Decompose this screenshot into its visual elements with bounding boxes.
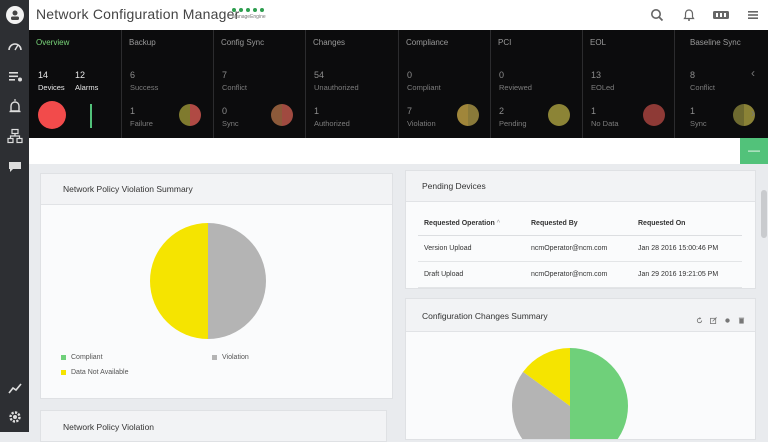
card-title: Network Policy Violation (63, 422, 155, 432)
pci-reviewed-label: Reviewed (499, 83, 532, 92)
scroll-left-icon[interactable]: ‹ (751, 66, 755, 80)
violation-pie-chart (150, 223, 266, 339)
summary-changes[interactable]: Changes 54 Unauthorized 1 Authorized (305, 30, 399, 138)
violation-summary-card: Network Policy Violation Summary Complia… (40, 173, 393, 399)
config-sync-count: 0 (222, 106, 228, 116)
compliant-label: Compliant (407, 83, 441, 92)
scrollbar-thumb[interactable] (761, 190, 767, 238)
summary-backup[interactable]: Backup 6 Success 1 Failure (121, 30, 214, 138)
violation-label: Violation (407, 119, 436, 128)
tab-compliance[interactable]: Compliance (406, 38, 448, 47)
compliance-mini-pie (457, 104, 479, 126)
alarm-status-bar (90, 104, 92, 128)
changes-authorized-count: 1 (314, 106, 320, 116)
settings-icon[interactable] (5, 407, 24, 426)
eol-count: 13 (591, 70, 602, 80)
brand-logo: ManageEngine (232, 8, 266, 20)
app-logo[interactable] (0, 0, 29, 30)
pci-reviewed-count: 0 (499, 70, 505, 80)
eol-nodata-count: 1 (591, 106, 597, 116)
sidebar (0, 30, 29, 432)
changes-unauthorized-label: Unauthorized (314, 83, 359, 92)
baseline-sync-count: 1 (690, 106, 696, 116)
config-sync-mini-pie (271, 104, 293, 126)
bell-icon[interactable] (680, 6, 698, 24)
eol-label: EOLed (591, 83, 615, 92)
devices-icon[interactable] (712, 6, 730, 24)
backup-success-label: Success (130, 83, 159, 92)
column-header[interactable]: Requested Operation ^ (418, 211, 530, 236)
changes-pie-chart (512, 348, 628, 439)
column-header[interactable]: Requested By (530, 211, 637, 236)
summary-bar: Overview 14 Devices 12 Alarms Backup 6 S… (29, 30, 768, 138)
alarm-status-circle (38, 101, 66, 129)
backup-failure-label: Failure (130, 119, 153, 128)
pci-pending-label: Pending (499, 119, 527, 128)
eol-nodata-label: No Data (591, 119, 619, 128)
toolbar-strip (29, 138, 768, 164)
compliant-count: 0 (407, 70, 413, 80)
alarms-label: Alarms (75, 83, 99, 92)
backup-success-count: 6 (130, 70, 136, 80)
changes-summary-card: Configuration Changes Summary (405, 298, 756, 440)
tab-backup[interactable]: Backup (129, 38, 156, 47)
pci-mini-pie (548, 104, 570, 126)
legend-violation: Violation (212, 354, 249, 361)
tab-overview[interactable]: Overview (36, 38, 69, 47)
card-title: Pending Devices (422, 181, 486, 191)
menu-icon[interactable] (744, 6, 762, 24)
legend-data-not-available: Data Not Available (61, 369, 128, 376)
summary-overview[interactable]: Overview 14 Devices 12 Alarms (29, 30, 121, 138)
app-logo-icon (5, 6, 24, 24)
changes-unauthorized-count: 54 (314, 70, 325, 80)
collapse-button[interactable]: — (740, 138, 768, 164)
devices-label: Devices (38, 83, 65, 92)
app-title: Network Configuration Manager (36, 6, 240, 22)
alarms-count: 12 (75, 70, 86, 80)
baseline-conflict-label: Conflict (690, 83, 716, 92)
eol-mini-pie (643, 104, 665, 126)
backup-mini-pie (179, 104, 201, 126)
baseline-conflict-count: 8 (690, 70, 696, 80)
scroll-right-icon[interactable]: › (751, 106, 755, 120)
summary-compliance[interactable]: Compliance 0 Compliant 7 Violation (398, 30, 491, 138)
policy-violation-card: Network Policy Violation (40, 410, 387, 442)
tab-baseline-sync[interactable]: Baseline Sync (690, 38, 741, 47)
tab-changes[interactable]: Changes (313, 38, 345, 47)
dashboard-icon[interactable] (5, 36, 24, 55)
table-row[interactable]: Version Upload ncmOperator@ncm.com Jan 2… (418, 235, 742, 262)
network-icon[interactable] (5, 126, 24, 145)
tab-eol[interactable]: EOL (590, 38, 606, 47)
tab-pci[interactable]: PCI (498, 38, 511, 47)
top-bar: Network Configuration Manager ManageEngi… (0, 0, 768, 31)
card-header: Pending Devices (406, 171, 755, 202)
pie-slice-violation[interactable] (208, 223, 266, 339)
search-icon[interactable] (648, 6, 666, 24)
pie-slice-compliant[interactable] (570, 348, 628, 439)
table-row[interactable]: Draft Upload ncmOperator@ncm.com Jan 29 … (418, 261, 742, 288)
pci-pending-count: 2 (499, 106, 505, 116)
pie-slice-data-not-available[interactable] (150, 223, 208, 339)
summary-baseline-sync[interactable]: Baseline Sync 8 Conflict 1 Sync ‹ › (674, 30, 768, 138)
backup-failure-count: 1 (130, 106, 136, 116)
pending-devices-card: Pending Devices Requested Operation ^ Re… (405, 170, 756, 289)
chat-icon[interactable] (5, 157, 24, 176)
changes-authorized-label: Authorized (314, 119, 350, 128)
tab-config-sync[interactable]: Config Sync (221, 38, 264, 47)
baseline-sync-label: Sync (690, 119, 707, 128)
inventory-icon[interactable] (5, 66, 24, 85)
alarm-icon[interactable] (5, 96, 24, 115)
column-header[interactable]: Requested On (637, 211, 742, 236)
violation-count: 7 (407, 106, 413, 116)
summary-pci[interactable]: PCI 0 Reviewed 2 Pending (490, 30, 583, 138)
devices-count: 14 (38, 70, 49, 80)
summary-eol[interactable]: EOL 13 EOLed 1 No Data (582, 30, 675, 138)
config-conflict-count: 7 (222, 70, 228, 80)
reports-icon[interactable] (5, 378, 24, 397)
pending-devices-table: Requested Operation ^ Requested By Reque… (418, 211, 742, 288)
legend-compliant: Compliant (61, 354, 103, 361)
config-conflict-label: Conflict (222, 83, 248, 92)
config-sync-label: Sync (222, 119, 239, 128)
summary-config-sync[interactable]: Config Sync 7 Conflict 0 Sync (213, 30, 306, 138)
